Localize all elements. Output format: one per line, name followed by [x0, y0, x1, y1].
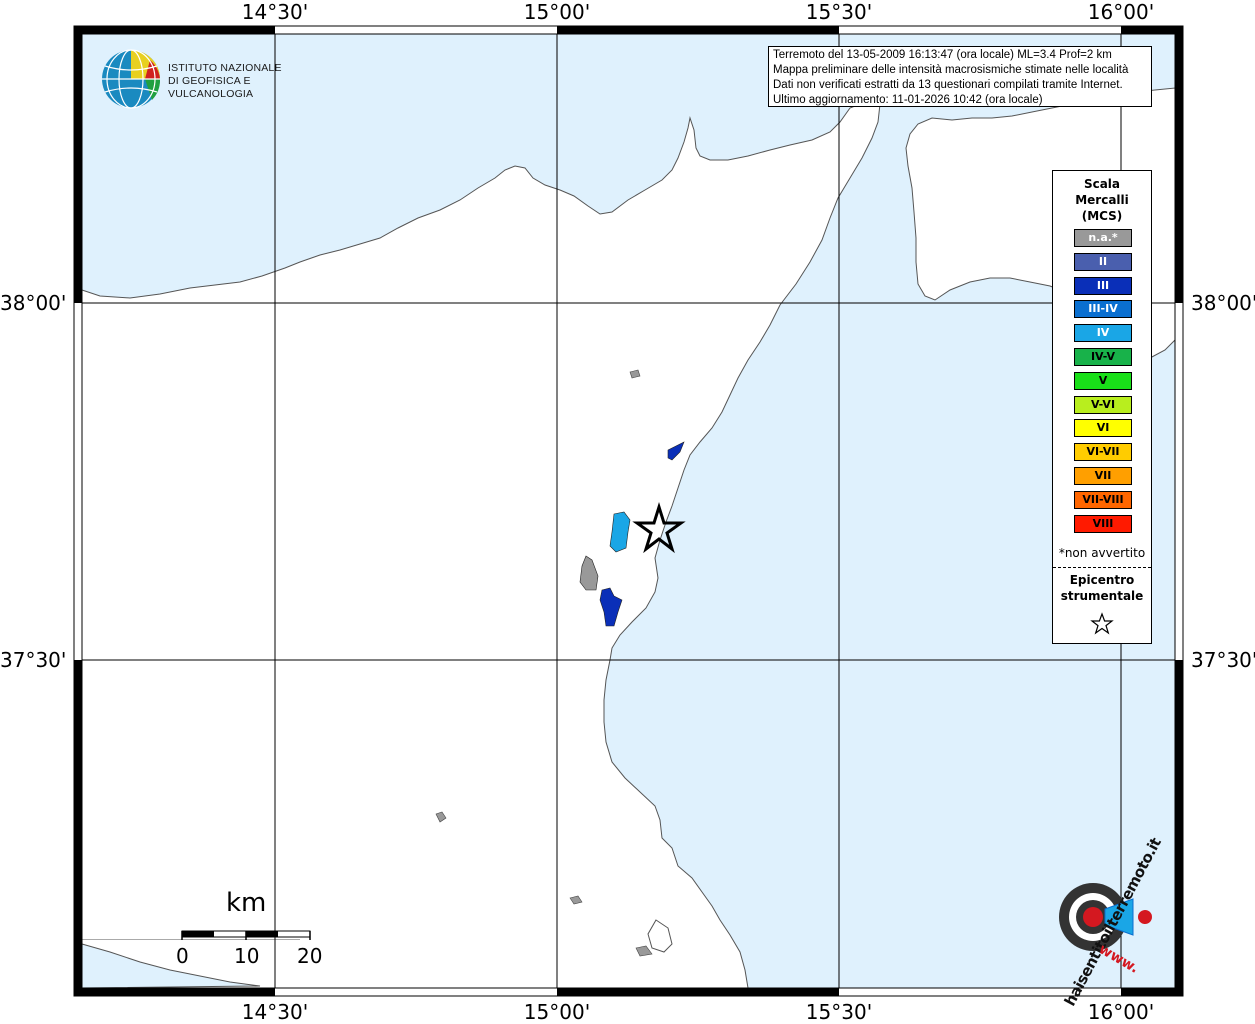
scale-bar: km 0 10 20: [170, 888, 340, 978]
legend-swatch-v-vi: V-VI: [1074, 395, 1132, 414]
legend-swatch-v: V: [1074, 371, 1132, 390]
ingv-name-line2: DI GEOFISICA E VULCANOLOGIA: [168, 75, 254, 100]
event-line-4: Ultimo aggiornamento: 11-01-2026 10:42 (…: [773, 94, 1043, 106]
legend-swatch-ii: II: [1074, 252, 1132, 271]
legend-swatch-n-a-: n.a.*: [1074, 229, 1132, 247]
tick-top-1: 14°30': [241, 0, 309, 24]
event-line-2: Mappa preliminare delle intensità macros…: [773, 64, 1129, 76]
legend-swatch-viii: VIII: [1074, 514, 1132, 533]
globe-icon: [102, 49, 161, 109]
legend-swatch-vii-viii: VII-VIII: [1074, 490, 1132, 509]
legend-title-2: Mercalli: [1075, 193, 1129, 207]
tick-top-3: 15°30': [805, 0, 873, 24]
website-logo: haisentitoilterremoto.it www.: [1025, 835, 1165, 1009]
event-line-1: Terremoto del 13-05-2009 16:13:47 (ora l…: [773, 49, 1112, 61]
ingv-name-line1: ISTITUTO NAZIONALE: [168, 62, 282, 74]
legend-title-3: (MCS): [1081, 209, 1123, 223]
legend-swatch-vi-vii: VI-VII: [1074, 443, 1132, 462]
scale-label-0: 0: [176, 944, 189, 968]
epicentre-label-1: Epicentro: [1069, 573, 1135, 587]
tick-left-1: 38°00': [0, 291, 67, 315]
tick-bottom-2: 15°00': [523, 1000, 591, 1024]
tick-bottom-3: 15°30': [805, 1000, 873, 1024]
ingv-logo: ISTITUTO NAZIONALE DI GEOFISICA E VULCAN…: [100, 48, 315, 110]
scale-unit: km: [226, 888, 267, 918]
event-info-box: Terremoto del 13-05-2009 16:13:47 (ora l…: [768, 46, 1152, 107]
tick-top-4: 16°00': [1087, 0, 1155, 24]
epicentre-label-2: strumentale: [1060, 589, 1144, 603]
legend-swatch-iv: IV: [1074, 324, 1132, 343]
legend-swatch-iii-iv: III-IV: [1074, 300, 1132, 319]
legend-swatch-vii: VII: [1074, 467, 1132, 485]
tick-left-2: 37°30': [0, 648, 67, 672]
legend-title-1: Scala: [1083, 177, 1121, 191]
tick-right-1: 38°00': [1191, 291, 1255, 315]
scale-label-10: 10: [234, 944, 260, 968]
intensity-legend: Scala Mercalli (MCS) n.a.* II III III-IV IV I…: [1052, 170, 1152, 644]
tick-bottom-4: 16°00': [1087, 1000, 1155, 1024]
epicentre-legend-star-icon: [1090, 612, 1114, 635]
legend-swatch-iii: III: [1074, 276, 1132, 295]
event-line-3: Dati non verificati estratti da 13 quest…: [773, 79, 1123, 91]
legend-note: *non avvertito: [1058, 546, 1146, 560]
legend-swatch-vi: VI: [1074, 419, 1132, 438]
tick-bottom-1: 14°30': [241, 1000, 309, 1024]
tick-right-2: 37°30': [1191, 648, 1255, 672]
legend-swatch-iv-v: IV-V: [1074, 348, 1132, 366]
scale-label-20: 20: [297, 944, 323, 968]
tick-top-2: 15°00': [523, 0, 591, 24]
legend-separator: [1053, 567, 1151, 568]
